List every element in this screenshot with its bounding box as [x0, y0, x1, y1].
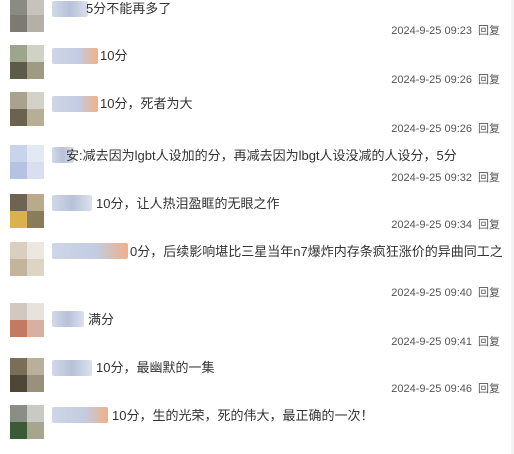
comment-date: 2024-9-25 09:26: [391, 123, 472, 135]
username[interactable]: [52, 360, 92, 376]
avatar[interactable]: [10, 358, 44, 392]
comment-date: 2024-9-25 09:46: [391, 383, 472, 395]
comment-date: 2024-9-25 09:26: [391, 74, 472, 86]
avatar[interactable]: [10, 194, 44, 228]
reply-button[interactable]: 回复: [478, 123, 500, 135]
reply-button[interactable]: 回复: [478, 219, 500, 231]
username[interactable]: [52, 407, 108, 423]
avatar[interactable]: [10, 92, 44, 126]
comment-date: 2024-9-25 09:40: [391, 287, 472, 299]
reply-button[interactable]: 回复: [478, 383, 500, 395]
comment-meta: 2024-9-25 09:26 回复: [391, 71, 500, 87]
comment-date: 2024-9-25 09:41: [391, 336, 472, 348]
avatar[interactable]: [10, 405, 44, 439]
comment-text: 10分，死者为大: [100, 96, 193, 111]
username[interactable]: [52, 48, 98, 64]
username[interactable]: [52, 243, 128, 259]
reply-button[interactable]: 回复: [478, 287, 500, 299]
avatar[interactable]: [10, 145, 44, 179]
username[interactable]: [52, 96, 98, 112]
reply-button[interactable]: 回复: [478, 336, 500, 348]
reply-button[interactable]: 回复: [478, 25, 500, 37]
comment-text: 安:减去因为lgbt人设加的分，再减去因为lbgt人设没减的人设分，5分: [66, 148, 457, 163]
avatar[interactable]: [10, 0, 44, 32]
reply-button[interactable]: 回复: [478, 74, 500, 86]
comment-meta: 2024-9-25 09:41 回复: [391, 333, 500, 349]
comment-text: 0分，后续影响堪比三星当年n7爆炸内存条疯狂涨价的异曲同工之: [130, 244, 503, 259]
comment-meta: 2024-9-25 09:46 回复: [391, 380, 500, 396]
comment-meta: 2024-9-25 09:40 回复: [391, 284, 500, 300]
comment-date: 2024-9-25 09:34: [391, 219, 472, 231]
comment-meta: 2024-9-25 09:26 回复: [391, 120, 500, 136]
avatar[interactable]: [10, 45, 44, 79]
comment-meta: 2024-9-25 09:34 回复: [391, 216, 500, 232]
comment-text: 10分，让人热泪盈眶的无眼之作: [96, 196, 280, 211]
comment-meta: 2024-9-25 09:32 回复: [391, 169, 500, 185]
comment-list: 5分不能再多了 2024-9-25 09:23 回复 10分 2024-9-25 …: [0, 0, 514, 454]
comment-text: 10分: [100, 48, 128, 63]
username-fragment: 安:: [66, 148, 83, 163]
username[interactable]: [52, 1, 88, 17]
comment-text: 满分: [88, 312, 115, 327]
comment-date: 2024-9-25 09:23: [391, 25, 472, 37]
comment-text: 10分，生的光荣，死的伟大，最正确的一次！: [112, 408, 374, 423]
avatar[interactable]: [10, 303, 44, 337]
username[interactable]: [52, 195, 92, 211]
comment-date: 2024-9-25 09:32: [391, 172, 472, 184]
comment-text: 10分，最幽默的一集: [96, 360, 215, 375]
username[interactable]: [52, 311, 84, 327]
reply-button[interactable]: 回复: [478, 172, 500, 184]
avatar[interactable]: [10, 242, 44, 276]
comment-text: 5分不能再多了: [86, 1, 172, 16]
comment-meta: 2024-9-25 09:23 回复: [391, 22, 500, 38]
